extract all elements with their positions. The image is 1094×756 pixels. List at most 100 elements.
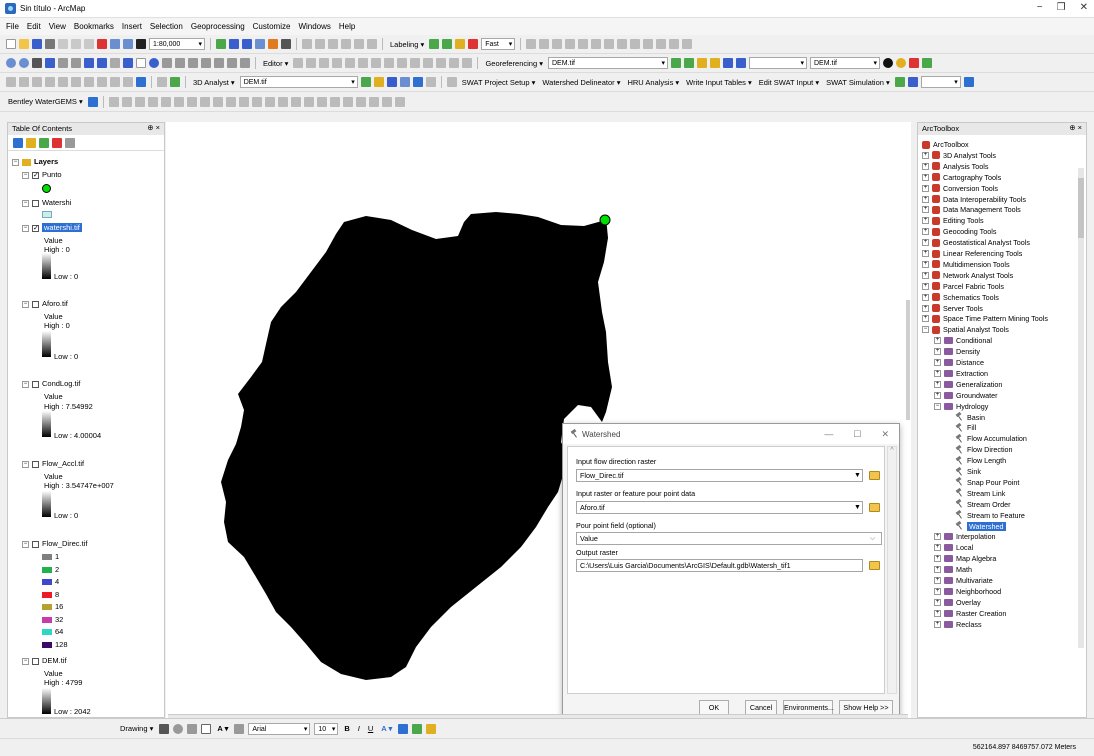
bentley-watergems-menu[interactable]: Bentley WaterGEMS ▾ — [8, 97, 83, 106]
full-extent-icon[interactable] — [45, 58, 55, 68]
spatial-adjust-icon[interactable] — [6, 77, 16, 87]
python-icon[interactable] — [281, 39, 291, 49]
expander-icon[interactable]: + — [922, 271, 929, 279]
wg-alternative-icon[interactable] — [329, 96, 340, 107]
toolbox-pin-close[interactable]: ⊕ × — [1069, 123, 1082, 132]
fixed-zoom-out-icon[interactable] — [71, 58, 81, 68]
tree-toolset-item[interactable]: + Density — [934, 347, 980, 356]
edit-vertices-icon[interactable] — [371, 58, 382, 68]
tree-tool-item[interactable]: Basin — [956, 413, 985, 422]
tree-toolbox-item[interactable]: + Editing Tools — [922, 216, 984, 225]
scale-bar-icon[interactable] — [578, 39, 589, 49]
time-slider-icon[interactable] — [240, 58, 250, 68]
effects-combo[interactable] — [749, 57, 807, 69]
displacement-icon[interactable] — [58, 77, 68, 87]
tree-tool-item[interactable]: Fill — [956, 423, 976, 432]
expander-icon[interactable]: + — [934, 620, 941, 628]
wg-profile-icon[interactable] — [251, 96, 262, 107]
rectangle-icon[interactable] — [201, 723, 212, 734]
fill-color-icon[interactable] — [398, 723, 409, 734]
swat-combo[interactable] — [920, 76, 961, 88]
layers-group[interactable]: − Layers — [12, 157, 58, 166]
contour-icon[interactable] — [360, 77, 371, 87]
select-features-icon[interactable] — [110, 58, 120, 68]
attributes-icon[interactable] — [367, 39, 377, 49]
grid-icon[interactable] — [552, 39, 563, 49]
wg-contour-icon[interactable] — [264, 96, 275, 107]
line-color-icon[interactable] — [412, 723, 423, 734]
ungroup-icon[interactable] — [669, 39, 680, 49]
dialog-maximize-button[interactable]: ☐ — [853, 429, 861, 440]
layer-punto[interactable]: − ✓ Punto — [22, 170, 62, 179]
zoom-whole-page-icon[interactable] — [187, 723, 198, 734]
point-icon[interactable] — [358, 58, 369, 68]
expander-icon[interactable]: + — [934, 577, 941, 584]
layer-dem-tif[interactable]: − DEM.tif — [22, 656, 67, 665]
expander-icon[interactable]: + — [922, 162, 929, 170]
hyperlink-icon[interactable] — [162, 58, 172, 68]
flow-direction-browse-icon[interactable] — [869, 471, 880, 480]
editor-menu[interactable]: Editor ▾ — [263, 59, 288, 68]
tree-toolset-item[interactable]: + Distance — [934, 358, 984, 367]
expander-icon[interactable]: + — [934, 533, 941, 541]
tree-tool-item[interactable]: Sink — [956, 467, 981, 476]
expander-icon[interactable]: + — [934, 369, 941, 377]
end-point-arc-icon[interactable] — [332, 58, 343, 68]
interpolate-point-icon[interactable] — [425, 77, 436, 87]
tree-tool-item[interactable]: Flow Length — [956, 456, 1006, 465]
pour-point-field-chevron-icon[interactable]: ⌵ — [868, 534, 877, 543]
menu-bookmarks[interactable]: Bookmarks — [74, 22, 114, 31]
output-raster-input[interactable]: C:\Users\Luis Garcia\Documents\ArcGIS\De… — [576, 559, 863, 572]
tree-toolset-item[interactable]: + Interpolation — [934, 532, 996, 541]
label-priority-icon[interactable] — [442, 39, 453, 49]
expander-icon[interactable]: − — [934, 402, 941, 410]
editor-toolbar-icon[interactable] — [216, 39, 226, 49]
wg-selection-icon[interactable] — [381, 96, 392, 107]
tree-toolbox-item[interactable]: + Conversion Tools — [922, 184, 998, 193]
delete-icon[interactable] — [97, 39, 107, 49]
sketch-icon[interactable] — [328, 39, 338, 49]
wg-reservoir-icon[interactable] — [173, 96, 184, 107]
html-popup-icon[interactable] — [175, 58, 185, 68]
swat-help-icon[interactable] — [907, 77, 918, 87]
copy-icon[interactable] — [71, 39, 81, 49]
expander-icon[interactable]: + — [934, 391, 941, 399]
search-icon[interactable] — [255, 39, 265, 49]
wg-junction-icon[interactable] — [134, 96, 145, 107]
edge-match-icon[interactable] — [97, 77, 107, 87]
expander-icon[interactable]: − — [922, 326, 929, 334]
wg-report-icon[interactable] — [277, 96, 288, 107]
print-icon[interactable] — [45, 39, 55, 49]
picture-icon[interactable] — [630, 39, 641, 49]
callout-icon[interactable] — [234, 723, 245, 734]
expander-icon[interactable]: + — [922, 239, 929, 247]
wg-pipe-icon[interactable] — [121, 96, 132, 107]
expander-icon[interactable]: + — [934, 566, 941, 574]
redo-icon[interactable] — [123, 39, 133, 49]
go-to-xy-icon[interactable] — [227, 58, 237, 68]
dialog-close-button[interactable]: ✕ — [881, 429, 889, 440]
3d-analyst-layer-combo[interactable]: DEM.tif — [239, 76, 358, 88]
expander-icon[interactable]: + — [922, 184, 929, 192]
cogo-icon[interactable] — [157, 77, 167, 87]
brightness-icon[interactable] — [896, 58, 906, 68]
georeferencing-menu[interactable]: Georeferencing ▾ — [485, 59, 543, 68]
tree-tool-item[interactable]: Flow Direction — [956, 445, 1013, 454]
paste-icon[interactable] — [84, 39, 94, 49]
tree-toolbox-item[interactable]: + Multidimension Tools — [922, 260, 1010, 269]
expander-icon[interactable]: + — [922, 195, 929, 203]
expander-icon[interactable]: + — [934, 337, 941, 345]
transparency-icon[interactable] — [909, 58, 919, 68]
label-quality-combo[interactable]: Fast — [481, 38, 516, 50]
snapping-icon[interactable] — [565, 39, 576, 49]
fixed-zoom-in-icon[interactable] — [58, 58, 68, 68]
tree-toolbox-item[interactable]: + Server Tools — [922, 304, 983, 313]
attributes-tool-icon[interactable] — [436, 58, 447, 68]
wg-close-icon[interactable] — [394, 96, 405, 107]
new-doc-icon[interactable] — [6, 39, 16, 49]
expander-icon[interactable]: + — [934, 609, 941, 617]
flow-direction-dropdown-icon[interactable]: ▼ — [853, 471, 862, 480]
pour-point-data-input[interactable]: Aforo.tif — [576, 501, 863, 514]
identity-link-icon[interactable] — [45, 77, 55, 87]
limited-adjust-icon[interactable] — [71, 77, 81, 87]
